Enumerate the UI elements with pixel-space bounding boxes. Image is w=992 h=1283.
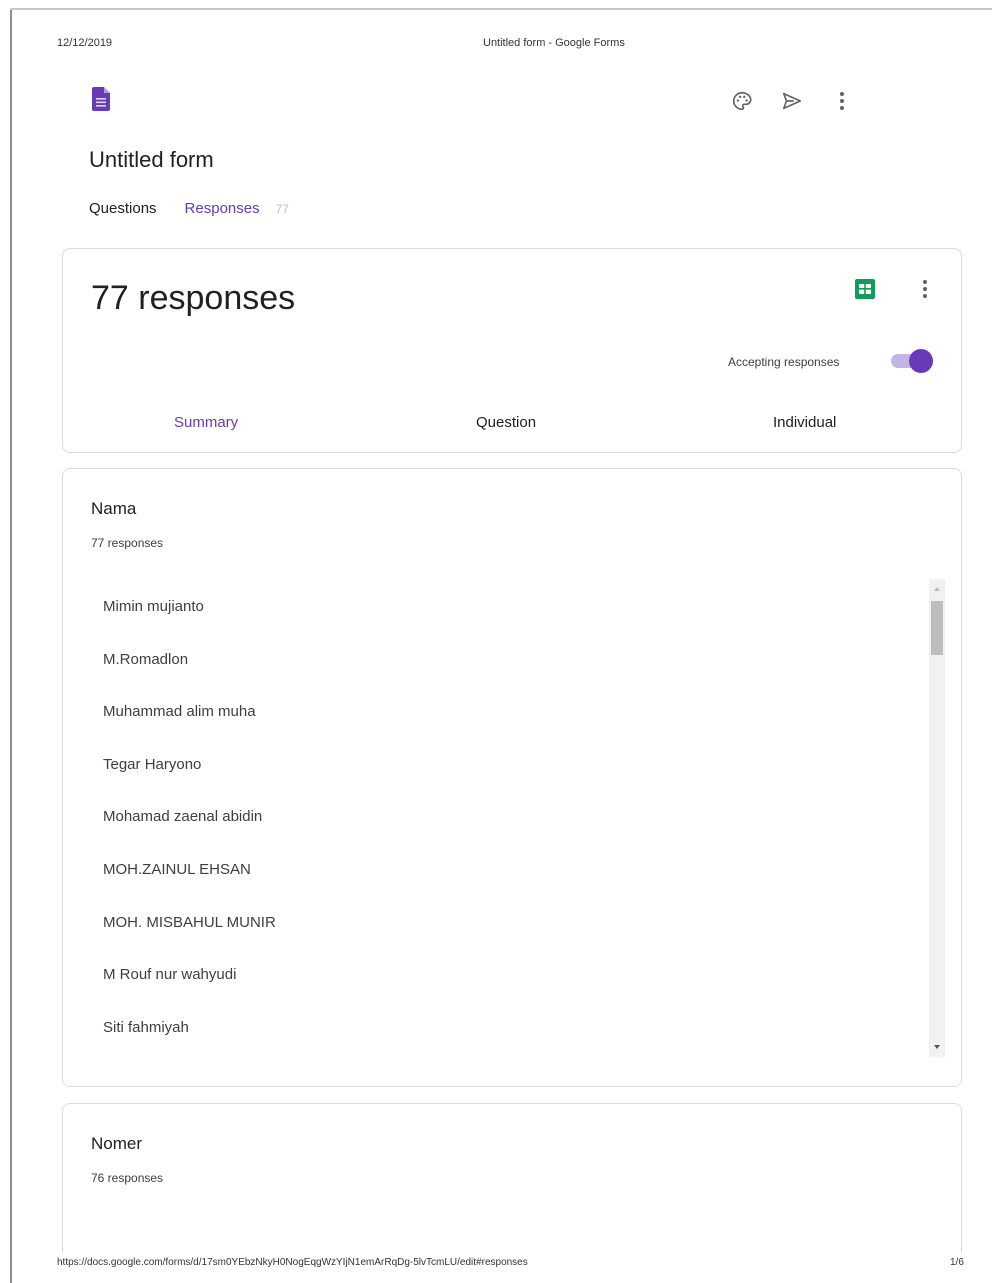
response-view-tabs: Summary Question Individual bbox=[63, 414, 963, 436]
page-border-left bbox=[10, 8, 12, 1283]
answer-item: MOH.ZAINUL EHSAN bbox=[103, 860, 251, 878]
print-title: Untitled form - Google Forms bbox=[483, 37, 625, 49]
scroll-down-arrow-icon[interactable] bbox=[934, 1045, 940, 1049]
tab-responses[interactable]: Responses bbox=[185, 200, 260, 217]
palette-icon[interactable] bbox=[728, 87, 756, 115]
accepting-responses-label: Accepting responses bbox=[728, 355, 840, 369]
scrollbar-thumb[interactable] bbox=[931, 601, 943, 655]
more-vert-icon[interactable] bbox=[828, 87, 856, 115]
answer-list: Mimin mujianto M.Romadlon Muhammad alim … bbox=[103, 597, 923, 1070]
question-response-count: 76 responses bbox=[91, 1171, 164, 1185]
tab-individual[interactable]: Individual bbox=[773, 414, 836, 431]
toggle-knob bbox=[909, 349, 933, 373]
header-actions bbox=[728, 87, 878, 115]
print-page-number: 1/6 bbox=[950, 1257, 964, 1268]
tab-questions[interactable]: Questions bbox=[89, 200, 157, 217]
answer-item: Mohamad zaenal abidin bbox=[103, 808, 263, 826]
responses-summary-card: 77 responses Accepting responses Summary… bbox=[62, 248, 962, 453]
question-title: Nama bbox=[91, 499, 137, 518]
tab-question[interactable]: Question bbox=[476, 414, 536, 431]
answer-item: MOH. MISBAHUL MUNIR bbox=[103, 913, 276, 931]
answer-item: M Rouf nur wahyudi bbox=[103, 966, 237, 984]
form-tabs: Questions Responses 77 bbox=[89, 200, 289, 217]
question-card-nomer: Nomer 76 responses bbox=[62, 1103, 962, 1253]
question-title: Nomer bbox=[91, 1134, 143, 1153]
accepting-responses-toggle[interactable] bbox=[889, 349, 935, 373]
question-card-nama: Nama 77 responses Mimin mujianto M.Romad… bbox=[62, 468, 962, 1087]
scroll-up-arrow-icon[interactable] bbox=[934, 587, 940, 591]
form-title: Untitled form bbox=[89, 147, 214, 172]
sheets-icon[interactable] bbox=[855, 279, 875, 299]
answer-item: Tegar Haryono bbox=[103, 755, 202, 773]
responses-more-icon[interactable] bbox=[915, 277, 935, 301]
answer-item: Muhammad alim muha bbox=[103, 703, 256, 721]
print-date: 12/12/2019 bbox=[57, 37, 113, 49]
send-icon[interactable] bbox=[778, 87, 806, 115]
question-response-count: 77 responses bbox=[91, 536, 164, 550]
responses-count: 77 responses bbox=[91, 279, 296, 317]
answer-item: Siti fahmiyah bbox=[103, 1018, 189, 1036]
forms-logo-icon[interactable] bbox=[92, 87, 110, 111]
answer-list-scrollbar[interactable] bbox=[929, 579, 945, 1057]
page-border-top bbox=[10, 8, 992, 10]
print-url: https://docs.google.com/forms/d/17sm0YEb… bbox=[57, 1257, 528, 1268]
print-page: 12/12/2019 Untitled form - Google Forms bbox=[0, 0, 992, 1283]
answer-item: M.Romadlon bbox=[103, 650, 189, 668]
tab-summary[interactable]: Summary bbox=[174, 414, 238, 431]
answer-item: Mimin mujianto bbox=[103, 598, 204, 615]
responses-count-badge: 77 bbox=[275, 201, 289, 216]
